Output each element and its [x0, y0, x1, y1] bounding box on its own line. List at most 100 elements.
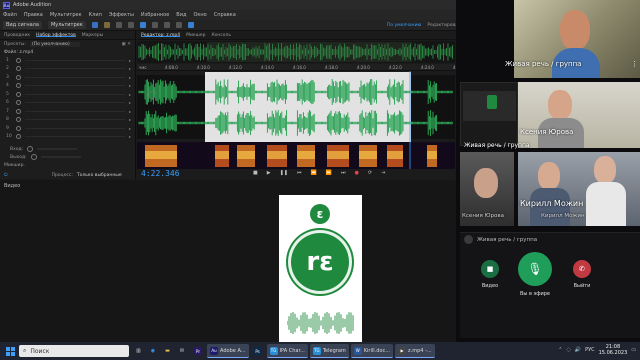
move-tool-icon[interactable]	[115, 22, 122, 28]
go-to-start-icon[interactable]: ⏮	[297, 170, 302, 176]
power-icon[interactable]	[16, 100, 21, 106]
power-icon[interactable]	[16, 74, 21, 80]
slot-field[interactable]	[25, 102, 125, 104]
taskbar-app[interactable]: W Kirill.doc...	[350, 344, 393, 358]
edge-icon[interactable]: ◉	[148, 344, 158, 358]
effect-slot[interactable]: 10 ▸	[0, 133, 135, 142]
leave-button[interactable]: ✆	[573, 260, 591, 278]
more-options-icon[interactable]: ⋮	[631, 60, 638, 68]
menu-edit[interactable]: Правка	[24, 12, 43, 18]
menu-file[interactable]: Файл	[3, 12, 17, 18]
time-selection-icon[interactable]	[139, 22, 146, 28]
tab-editor[interactable]: Редактор: z.mp4	[141, 33, 181, 38]
slot-field[interactable]	[25, 119, 125, 121]
tab-effects-rack[interactable]: Набор эффектов	[36, 33, 76, 38]
effect-slot[interactable]: 4 ▸	[0, 82, 135, 91]
loop-icon[interactable]: ⟳	[368, 170, 372, 176]
pitch-icon[interactable]	[103, 22, 110, 28]
effect-slot[interactable]: 2 ▸	[0, 65, 135, 74]
record-icon[interactable]: ●	[354, 170, 358, 176]
power-icon[interactable]	[16, 117, 21, 123]
task-view-icon[interactable]: ▥	[133, 344, 144, 358]
slot-field[interactable]	[25, 59, 125, 61]
output-knob[interactable]	[30, 154, 37, 160]
healing-brush-icon[interactable]	[187, 22, 194, 28]
slot-field[interactable]	[25, 136, 125, 138]
menu-view[interactable]: Вид	[176, 12, 186, 18]
windows-start-icon[interactable]	[6, 346, 15, 356]
marquee-icon[interactable]	[151, 22, 158, 28]
language-indicator[interactable]: РУС	[585, 347, 595, 353]
overview-viewport[interactable]	[207, 42, 412, 62]
effect-slot[interactable]: 3 ▸	[0, 73, 135, 82]
arrow-right-icon[interactable]: ▸	[129, 117, 131, 122]
slot-field[interactable]	[25, 127, 125, 129]
slot-field[interactable]	[25, 93, 125, 95]
effect-slot[interactable]: 6 ▸	[0, 99, 135, 108]
time-ruler[interactable]: чмс 4:08.0 4:10.0 4:12.0 4:14.0 4:16.0 4:18.0…	[137, 64, 466, 71]
menu-window[interactable]: Окно	[193, 12, 206, 18]
screen-share-tile[interactable]	[460, 82, 518, 146]
video-button[interactable]: ■	[481, 260, 499, 278]
pause-icon[interactable]: ❚❚	[280, 170, 288, 176]
effect-slot[interactable]: 8 ▸	[0, 116, 135, 125]
power-icon[interactable]	[16, 57, 21, 63]
video-tile-kseniya[interactable]	[518, 82, 640, 148]
power-icon[interactable]	[16, 134, 21, 140]
power-icon[interactable]: ⏻	[4, 172, 8, 178]
razor-tool-icon[interactable]	[127, 22, 134, 28]
presets-select[interactable]: (По умолчанию)	[29, 41, 80, 47]
arrow-right-icon[interactable]: ▸	[129, 134, 131, 139]
slot-field[interactable]	[25, 85, 125, 87]
taskbar-app[interactable]: Pr	[191, 344, 205, 358]
power-icon[interactable]	[16, 108, 21, 114]
brush-icon[interactable]	[175, 22, 182, 28]
effect-slot[interactable]: 5 ▸	[0, 90, 135, 99]
power-icon[interactable]	[16, 66, 21, 72]
tab-console[interactable]: Консоль	[211, 33, 231, 38]
arrow-right-icon[interactable]: ▸	[129, 58, 131, 63]
rewind-icon[interactable]: ⏪	[311, 170, 317, 176]
slot-field[interactable]	[25, 68, 125, 70]
taskbar-app[interactable]: TG IPA Char...	[266, 344, 308, 358]
waveform-canvas[interactable]	[137, 41, 455, 169]
process-select[interactable]: Только выбранные	[77, 173, 122, 178]
menu-effects[interactable]: Эффекты	[109, 12, 134, 18]
lasso-icon[interactable]	[163, 22, 170, 28]
power-icon[interactable]	[16, 91, 21, 97]
taskbar-app[interactable]: Au Adobe A...	[207, 344, 249, 358]
spectral-icon[interactable]	[91, 22, 98, 28]
arrow-right-icon[interactable]: ▸	[129, 66, 131, 71]
mail-icon[interactable]: ✉	[177, 344, 187, 358]
tray-chevron-icon[interactable]: ⌃	[558, 347, 562, 353]
effect-slot[interactable]: 9 ▸	[0, 124, 135, 133]
mic-button[interactable]: 🎙	[518, 252, 552, 286]
fast-forward-icon[interactable]: ⏩	[326, 170, 332, 176]
network-icon[interactable]: ◌	[566, 347, 570, 353]
skip-icon[interactable]: ⇥	[381, 170, 385, 176]
go-to-end-icon[interactable]: ⏭	[341, 170, 346, 176]
arrow-right-icon[interactable]: ▸	[129, 75, 131, 80]
menu-clip[interactable]: Клип	[89, 12, 102, 18]
effect-slot[interactable]: 7 ▸	[0, 107, 135, 116]
taskbar-app[interactable]: ▶ z.mp4 -...	[395, 344, 435, 358]
menu-multitrack[interactable]: Мультитрек	[50, 12, 82, 18]
taskbar-search[interactable]: ⌕ Поиск	[19, 345, 129, 357]
slot-field[interactable]	[25, 76, 125, 78]
waveform-view-button[interactable]: Вид сигнала	[3, 21, 42, 29]
arrow-right-icon[interactable]: ▸	[129, 126, 131, 131]
menu-help[interactable]: Справка	[214, 12, 236, 18]
multitrack-view-button[interactable]: Мультитрек	[47, 21, 86, 29]
tab-markers[interactable]: Маркеры	[82, 33, 103, 38]
power-icon[interactable]	[16, 125, 21, 131]
arrow-right-icon[interactable]: ▸	[129, 92, 131, 97]
volume-icon[interactable]: 🔊	[575, 347, 581, 353]
clock[interactable]: 21:08 15.06.2023	[599, 344, 628, 356]
play-icon[interactable]: ▶	[267, 170, 271, 176]
notification-icon[interactable]: ▭	[631, 347, 636, 353]
effect-slot[interactable]: 1 ▸	[0, 56, 135, 65]
stop-icon[interactable]: ■	[253, 170, 258, 176]
tab-mixer[interactable]: Микшер	[186, 33, 205, 38]
file-explorer-icon[interactable]: ▬	[162, 344, 173, 358]
tab-explorer[interactable]: Проводник	[4, 33, 30, 38]
